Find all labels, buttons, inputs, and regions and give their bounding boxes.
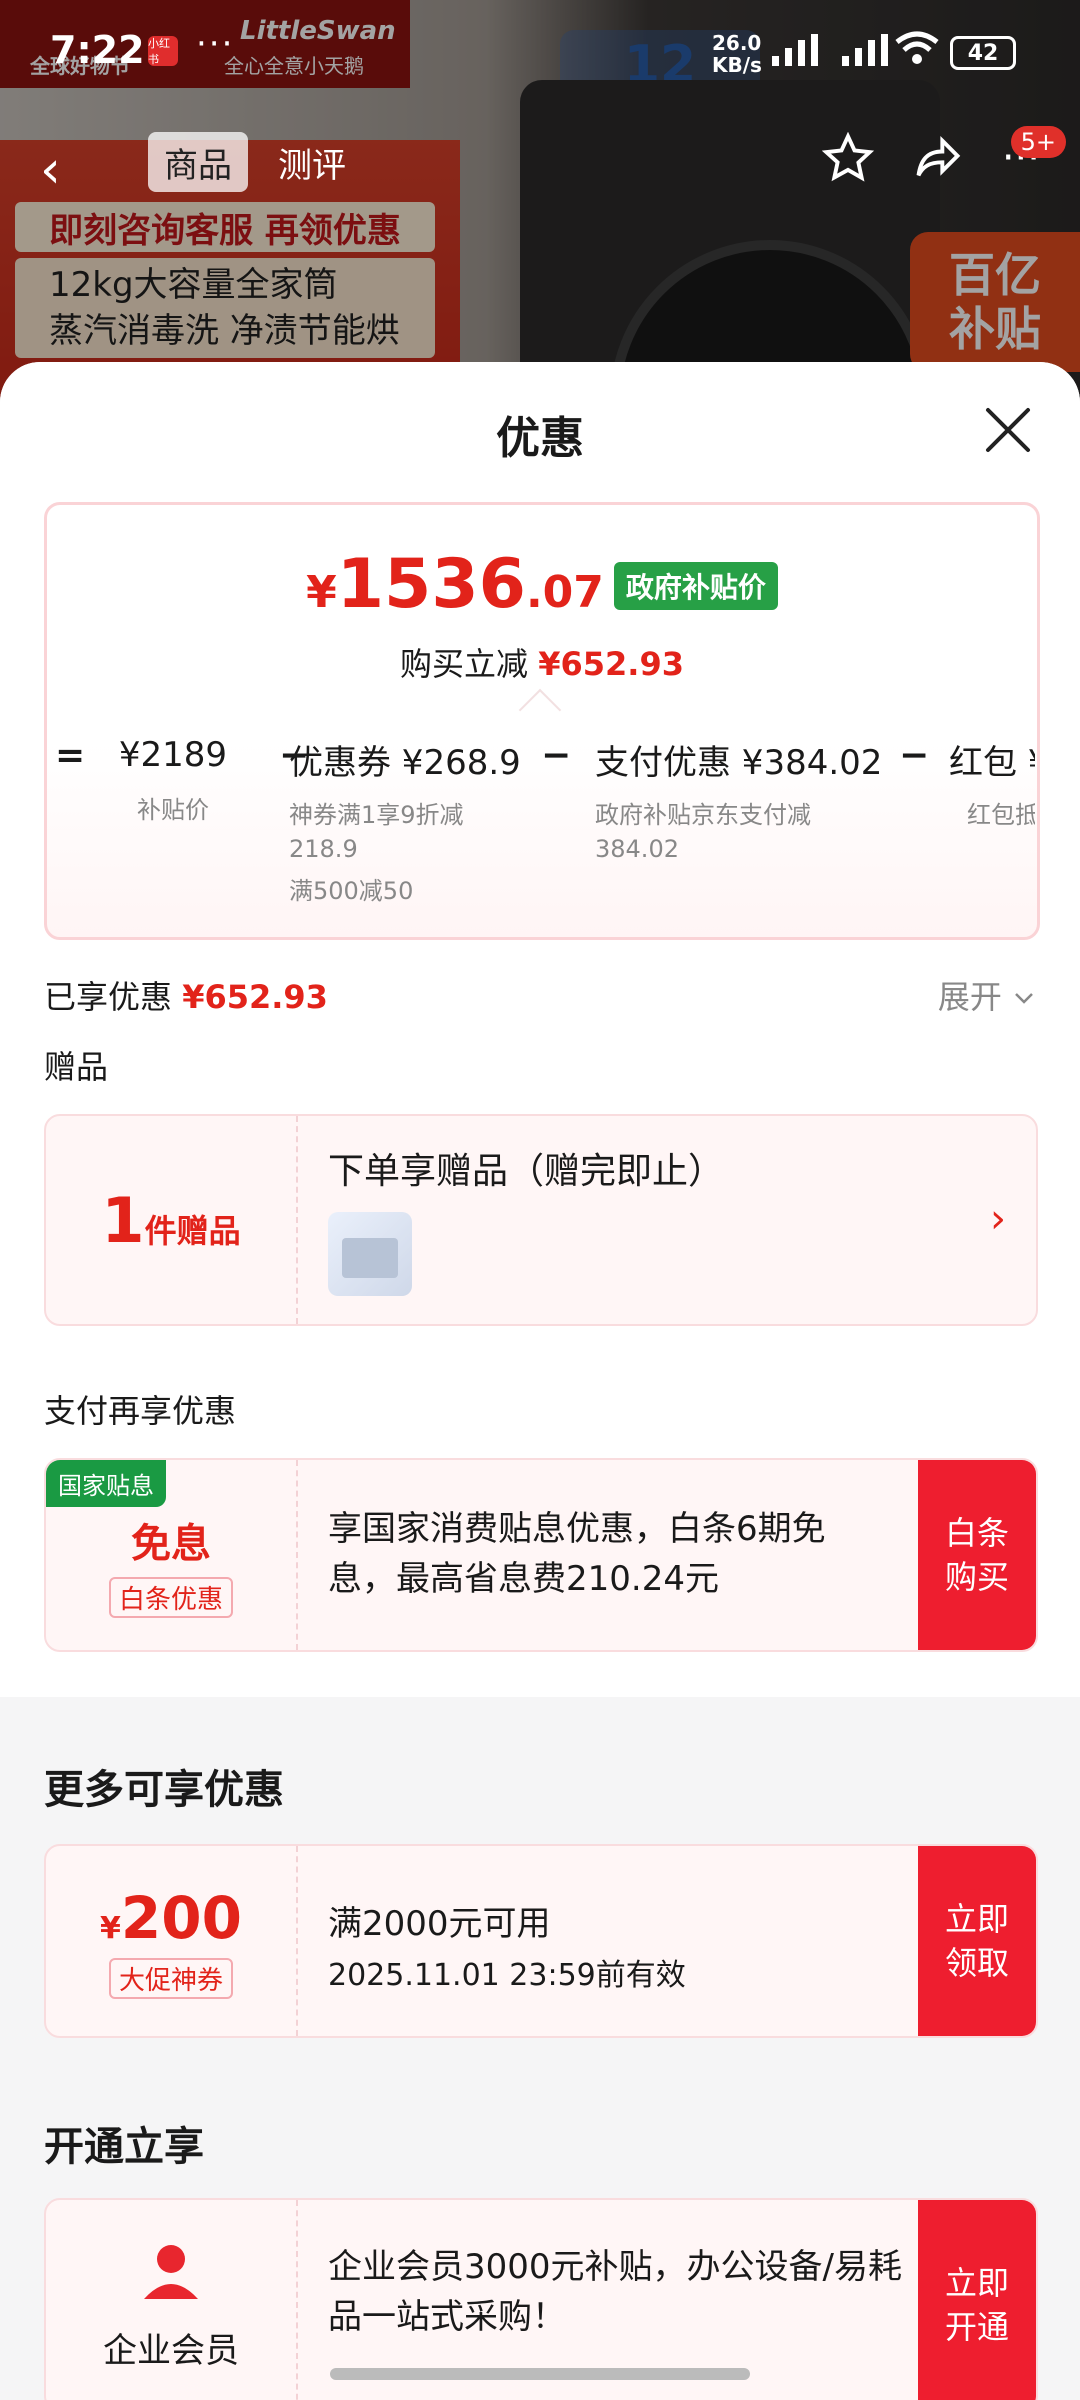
expand-label: 展开 xyxy=(937,978,1002,1016)
payment-discount-total: 支付优惠 ¥384.02 xyxy=(595,743,883,783)
gift-card[interactable]: 1件赠品 下单享赠品（赠完即止） › xyxy=(44,1114,1038,1326)
final-price-row: ¥1536.07 政府补贴价 xyxy=(47,545,1037,624)
enjoyed-label: 已享优惠 xyxy=(44,978,173,1016)
reduction-value: ¥652.93 xyxy=(538,645,684,683)
coupon-detail-2: 218.9 xyxy=(289,835,358,863)
back-icon[interactable]: ‹ xyxy=(40,140,61,200)
battery-indicator: 42 xyxy=(950,36,1016,70)
section-divider xyxy=(0,1697,1080,1717)
tab-review[interactable]: 测评 xyxy=(262,132,362,192)
coupon-expiry: 2025.11.01 23:59前有效 xyxy=(328,1958,686,1993)
signal-icon xyxy=(772,30,940,66)
open-member-button[interactable]: 立即 开通 xyxy=(918,2200,1036,2400)
app-notification-icon: 小红书 xyxy=(148,36,178,66)
baitiao-buy-line2: 购买 xyxy=(944,1558,1009,1596)
gift-count-unit: 件赠品 xyxy=(144,1211,241,1250)
payment-detail-1: 政府补贴京东支付减 xyxy=(595,801,811,829)
sheet-title: 优惠 xyxy=(496,413,584,464)
gift-count-number: 1 xyxy=(101,1183,145,1257)
discount-sheet: 优惠 ¥1536.07 政府补贴价 购买立减 ¥652.93 = ¥2189 补… xyxy=(0,362,1080,2400)
formula-payment: 支付优惠 ¥384.02 政府补贴京东支付减 384.02 xyxy=(595,735,882,866)
coupon-detail-3: 满500减50 xyxy=(289,877,414,905)
redpacket-label: 红包抵 xyxy=(967,801,1035,829)
price-decimal: .07 xyxy=(525,567,604,618)
coupon-amount-value: 200 xyxy=(120,1883,242,1952)
reduction-label: 购买立减 xyxy=(400,645,529,683)
formula-base: ¥2189 补贴价 xyxy=(103,735,243,827)
minus-sign: − xyxy=(541,735,572,776)
top-actions: ··· xyxy=(821,132,1040,184)
member-description: 企业会员3000元补贴，办公设备/易耗品一站式采购！ xyxy=(328,2247,902,2337)
more-offers-title: 更多可享优惠 xyxy=(44,1767,284,1813)
open-line1: 立即 xyxy=(944,2264,1009,2302)
more-notifications-icon: ··· xyxy=(196,24,235,64)
payment-section-label: 支付再享优惠 xyxy=(44,1392,237,1430)
expand-button[interactable]: 展开 xyxy=(938,972,1036,1018)
user-icon xyxy=(144,2244,198,2299)
pointer-arrow xyxy=(518,688,562,732)
formula-redpacket: 红包 ¥ 红包抵 xyxy=(949,735,1035,832)
chevron-down-icon xyxy=(1015,993,1033,1004)
member-label: 企业会员 xyxy=(103,2330,239,2371)
wifi-icon xyxy=(895,31,939,64)
claim-coupon-button[interactable]: 立即 领取 xyxy=(918,1846,1036,2036)
coupon-currency: ¥ xyxy=(100,1910,121,1946)
coupon-card: ¥200 大促神券 满2000元可用 2025.11.01 23:59前有效 立… xyxy=(44,1844,1038,2038)
status-time: 7:22 xyxy=(50,28,145,72)
enjoyed-discount: 已享优惠 ¥652.93 xyxy=(44,972,328,1018)
interest-free-card: 免息 白条优惠 国家贴息 享国家消费贴息优惠，白条6期免息，最高省息费210.2… xyxy=(44,1458,1038,1652)
open-line2: 开通 xyxy=(944,2308,1009,2346)
coupon-condition: 满2000元可用 xyxy=(328,1904,551,1944)
gift-image-shape xyxy=(342,1238,398,1278)
gift-section-label: 赠品 xyxy=(44,1048,109,1086)
status-bar: 7:22 小红书 ··· 26.0 KB/s 42 xyxy=(0,0,1080,100)
chevron-right-icon[interactable]: › xyxy=(990,1196,1006,1242)
tab-goods[interactable]: 商品 xyxy=(148,132,248,192)
price-breakdown-card: ¥1536.07 政府补贴价 购买立减 ¥652.93 = ¥2189 补贴价 … xyxy=(44,502,1040,940)
gift-count: 1件赠品 xyxy=(101,1184,240,1257)
price-integer: 1536 xyxy=(336,545,526,624)
base-price: ¥2189 xyxy=(118,735,228,775)
baitiao-buy-button[interactable]: 白条 购买 xyxy=(918,1460,1036,1650)
cart-count-badge: 5+ xyxy=(1010,126,1066,158)
equals-sign: = xyxy=(55,735,86,776)
base-price-label: 补贴价 xyxy=(137,796,209,824)
price-currency: ¥ xyxy=(306,567,337,618)
coupon-amount-panel: ¥200 大促神券 xyxy=(46,1846,298,2036)
instant-reduction: 购买立减 ¥652.93 xyxy=(47,639,1037,685)
price-formula[interactable]: = ¥2189 补贴价 − 优惠券 ¥268.9 神券满1享9折减 218.9 … xyxy=(47,735,1037,935)
share-icon[interactable] xyxy=(912,132,964,184)
interest-free-label: 免息 xyxy=(131,1520,211,1567)
gov-subsidy-tag: 政府补贴价 xyxy=(613,562,778,610)
final-price: ¥1536.07 xyxy=(306,545,604,624)
coupon-total: 优惠券 ¥268.9 xyxy=(289,743,521,783)
baitiao-tag: 白条优惠 xyxy=(108,1576,233,1618)
formula-coupon: 优惠券 ¥268.9 神券满1享9折减 218.9 满500减50 xyxy=(289,735,521,908)
home-indicator[interactable] xyxy=(330,2368,750,2380)
gift-count-panel: 1件赠品 xyxy=(46,1116,298,1324)
payment-detail-2: 384.02 xyxy=(595,835,679,863)
network-speed: 26.0 KB/s xyxy=(712,31,762,77)
national-subsidy-tag: 国家贴息 xyxy=(46,1460,166,1507)
claim-line2: 领取 xyxy=(944,1944,1009,1982)
member-panel: 企业会员 xyxy=(46,2200,298,2400)
redpacket-total: 红包 ¥ xyxy=(949,743,1035,783)
open-membership-title: 开通立享 xyxy=(44,2124,204,2170)
baitiao-buy-line1: 白条 xyxy=(944,1514,1009,1552)
coupon-amount: ¥200 xyxy=(100,1884,242,1952)
coupon-detail-1: 神券满1享9折减 xyxy=(289,801,464,829)
interest-free-description: 享国家消费贴息优惠，白条6期免息，最高省息费210.24元 xyxy=(328,1509,826,1599)
favorite-star-icon[interactable] xyxy=(821,132,874,184)
minus-sign: − xyxy=(899,735,930,776)
claim-line1: 立即 xyxy=(944,1900,1009,1938)
enjoyed-value: ¥652.93 xyxy=(182,978,328,1016)
close-icon[interactable] xyxy=(980,402,1036,458)
gift-thumbnail[interactable] xyxy=(328,1212,412,1296)
gift-title: 下单享赠品（赠完即止） xyxy=(328,1151,725,1192)
coupon-type-tag: 大促神券 xyxy=(108,1957,233,1999)
